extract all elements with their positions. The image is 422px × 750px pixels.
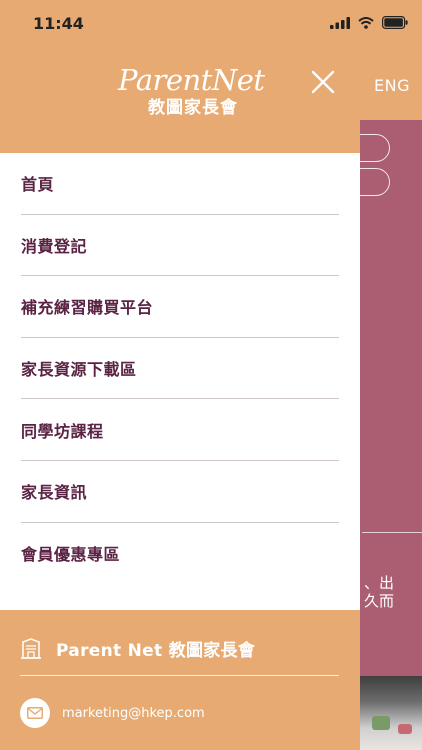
menu-item-member-offers[interactable]: 會員優惠專區 <box>21 523 339 585</box>
close-icon <box>311 70 335 94</box>
status-time: 11:44 <box>33 14 84 33</box>
footer-brand-text: Parent Net 教圖家長會 <box>56 641 256 661</box>
background-text: 、出 <box>364 574 395 592</box>
logo-english: ParentNet <box>118 63 265 97</box>
battery-icon <box>382 16 408 29</box>
background-divider <box>362 532 422 533</box>
drawer-header: 11:44 ParentNet 教圖家長會 <box>0 0 360 153</box>
menu-item-courses[interactable]: 同學坊課程 <box>21 399 339 461</box>
wifi-icon <box>358 16 374 29</box>
mail-icon <box>27 707 43 719</box>
footer-brand[interactable]: Parent Net 教圖家長會 <box>20 636 255 661</box>
email-link[interactable]: marketing@hkep.com <box>20 698 205 728</box>
menu-item-spending-registration[interactable]: 消費登記 <box>21 215 339 277</box>
signal-icon <box>330 16 350 29</box>
close-button[interactable] <box>306 65 340 99</box>
photo-detail <box>398 724 412 734</box>
menu-item-parent-info[interactable]: 家長資訊 <box>21 461 339 523</box>
mail-icon-circle <box>20 698 50 728</box>
background-text: 久而 <box>364 592 395 610</box>
background-photo <box>360 676 422 750</box>
drawer-footer: Parent Net 教圖家長會 marketing@hkep.com <box>0 610 360 750</box>
menu-item-exercise-purchase[interactable]: 補充練習購買平台 <box>21 276 339 338</box>
footer-divider <box>20 675 339 676</box>
navigation-drawer: 11:44 ParentNet 教圖家長會 首頁 消費登記 補充練習購買平台 家… <box>0 0 360 750</box>
menu-item-parent-resources[interactable]: 家長資源下載區 <box>21 338 339 400</box>
drawer-menu: 首頁 消費登記 補充練習購買平台 家長資源下載區 同學坊課程 家長資訊 會員優惠… <box>21 153 339 584</box>
photo-detail <box>372 716 390 730</box>
parentnet-logo: ParentNet 教圖家長會 <box>118 64 265 120</box>
status-icons <box>330 16 412 29</box>
store-icon <box>21 637 41 659</box>
logo-chinese: 教圖家長會 <box>148 98 238 118</box>
language-toggle[interactable]: ENG <box>374 76 410 95</box>
footer-email: marketing@hkep.com <box>62 705 205 721</box>
menu-item-home[interactable]: 首頁 <box>21 153 339 215</box>
